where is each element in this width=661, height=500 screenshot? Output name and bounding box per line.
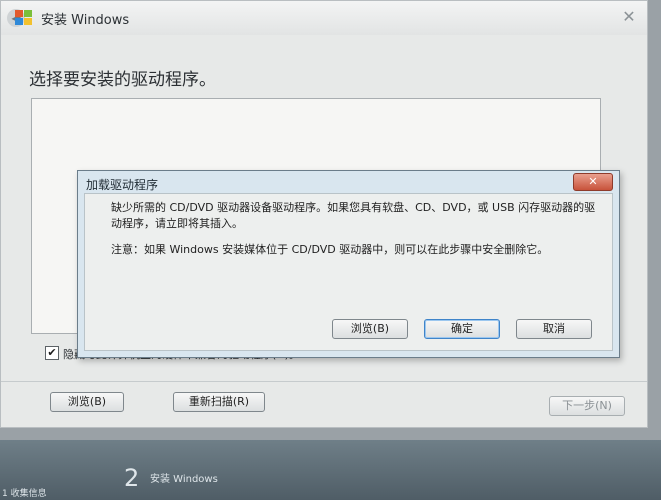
dialog-ok-button[interactable]: 确定 (424, 319, 500, 339)
dialog-note: 注意：如果 Windows 安装媒体位于 CD/DVD 驱动器中，则可以在此步骤… (111, 243, 549, 256)
step-number: 2 (124, 464, 140, 492)
dialog-cancel-button[interactable]: 取消 (516, 319, 592, 339)
browse-button[interactable]: 浏览(B) (50, 392, 124, 412)
setup-progress-bar (0, 440, 661, 500)
next-button[interactable]: 下一步(N) (549, 396, 625, 416)
rescan-button[interactable]: 重新扫描(R) (173, 392, 265, 412)
page-heading: 选择要安装的驱动程序。 (29, 70, 216, 90)
step-label: 安装 Windows (150, 474, 218, 485)
dialog-title: 加载驱动程序 (86, 178, 159, 192)
dialog-browse-button[interactable]: 浏览(B) (332, 319, 408, 339)
hide-incompatible-checkbox[interactable]: ✔ (45, 346, 59, 360)
window-title: 安装 Windows (41, 13, 130, 28)
step-caption: 1 收集信息 (2, 489, 47, 499)
title-bar: ◀ 安装 Windows ✕ (1, 1, 647, 35)
close-icon[interactable]: ✕ (617, 7, 641, 27)
dialog-close-button[interactable]: ✕ (573, 173, 613, 191)
load-driver-dialog: 加载驱动程序 ✕ 缺少所需的 CD/DVD 驱动器设备驱动程序。如果您具有软盘、… (77, 170, 620, 358)
windows-flag-icon (15, 10, 33, 26)
divider (1, 381, 647, 382)
dialog-message: 缺少所需的 CD/DVD 驱动器设备驱动程序。如果您具有软盘、CD、DVD，或 … (111, 201, 596, 230)
